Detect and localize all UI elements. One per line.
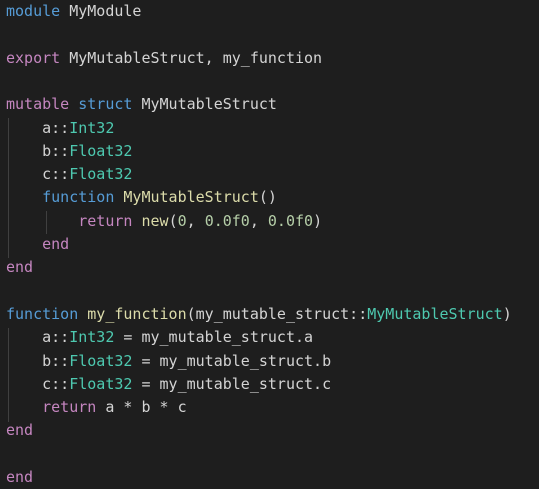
code-line-19: end <box>6 419 33 442</box>
code-line-15: a::Int32 = my_mutable_struct.a <box>6 326 313 349</box>
return-expression: a * b * c <box>96 398 187 417</box>
field-name: c <box>42 165 52 184</box>
comma: , <box>249 211 268 230</box>
param-type: MyMutableStruct <box>367 304 503 323</box>
export-list: MyMutableStruct, my_function <box>69 48 323 67</box>
keyword-return: return <box>78 211 133 230</box>
code-line-7: b::Float32 <box>6 140 132 163</box>
function-name: my_function <box>87 304 187 323</box>
struct-name: MyMutableStruct <box>141 95 277 114</box>
type-separator: :: <box>51 141 70 160</box>
open-paren: ( <box>168 211 178 230</box>
var-name: c <box>42 374 52 393</box>
keyword-function: function <box>6 304 79 323</box>
code-line-14: function my_function(my_mutable_struct::… <box>6 303 512 326</box>
number-literal: 0.0f0 <box>267 211 314 230</box>
code-editor[interactable]: module MyModule export MyMutableStruct, … <box>0 0 539 486</box>
constructor-name: MyMutableStruct <box>123 188 259 207</box>
type-separator: :: <box>51 328 70 347</box>
keyword-mutable: mutable <box>6 95 70 114</box>
field-name: a <box>42 118 52 137</box>
var-type: Float32 <box>69 374 133 393</box>
assignment: = my_mutable_struct.c <box>132 374 332 393</box>
field-type: Float32 <box>69 141 133 160</box>
keyword-function: function <box>42 188 115 207</box>
field-type: Int32 <box>69 118 115 137</box>
keyword-struct: struct <box>78 95 133 114</box>
close-paren: ) <box>313 211 323 230</box>
code-line-8: c::Float32 <box>6 163 132 186</box>
type-separator: :: <box>51 118 70 137</box>
keyword-module: module <box>6 2 61 20</box>
keyword-end: end <box>6 258 34 277</box>
code-line-5: mutable struct MyMutableStruct <box>6 93 277 116</box>
assignment: = my_mutable_struct.a <box>114 328 314 347</box>
number-literal: 0 <box>177 211 187 230</box>
field-name: b <box>42 141 52 160</box>
keyword-end: end <box>6 468 34 486</box>
field-type: Float32 <box>69 165 133 184</box>
keyword-end: end <box>42 235 70 253</box>
type-separator: :: <box>51 351 70 370</box>
code-line-11: end <box>6 233 69 256</box>
code-line-12: end <box>6 256 33 279</box>
code-line-9: function MyMutableStruct() <box>6 186 277 209</box>
code-line-3: export MyMutableStruct, my_function <box>6 47 322 70</box>
number-literal: 0.0f0 <box>204 211 250 230</box>
keyword-return: return <box>42 398 97 417</box>
comma: , <box>186 211 205 230</box>
code-line-6: a::Int32 <box>6 117 114 140</box>
close-paren: ) <box>502 304 512 323</box>
type-separator: :: <box>51 374 70 393</box>
keyword-export: export <box>6 48 61 67</box>
keyword-end: end <box>6 421 34 440</box>
parens: () <box>258 188 277 207</box>
var-type: Float32 <box>69 351 133 370</box>
module-name: MyModule <box>69 2 142 20</box>
assignment: = my_mutable_struct.b <box>132 351 332 370</box>
code-line-1: module MyModule <box>6 0 141 23</box>
var-type: Int32 <box>69 328 115 347</box>
code-line-17: c::Float32 = my_mutable_struct.c <box>6 373 331 396</box>
type-separator: :: <box>51 165 70 184</box>
function-params: (my_mutable_struct:: <box>186 304 368 323</box>
code-line-10: return new(0, 0.0f0, 0.0f0) <box>6 210 322 233</box>
call-new: new <box>141 211 169 230</box>
var-name: b <box>42 351 52 370</box>
code-line-16: b::Float32 = my_mutable_struct.b <box>6 350 331 373</box>
code-line-18: return a * b * c <box>6 396 187 419</box>
var-name: a <box>42 328 52 347</box>
